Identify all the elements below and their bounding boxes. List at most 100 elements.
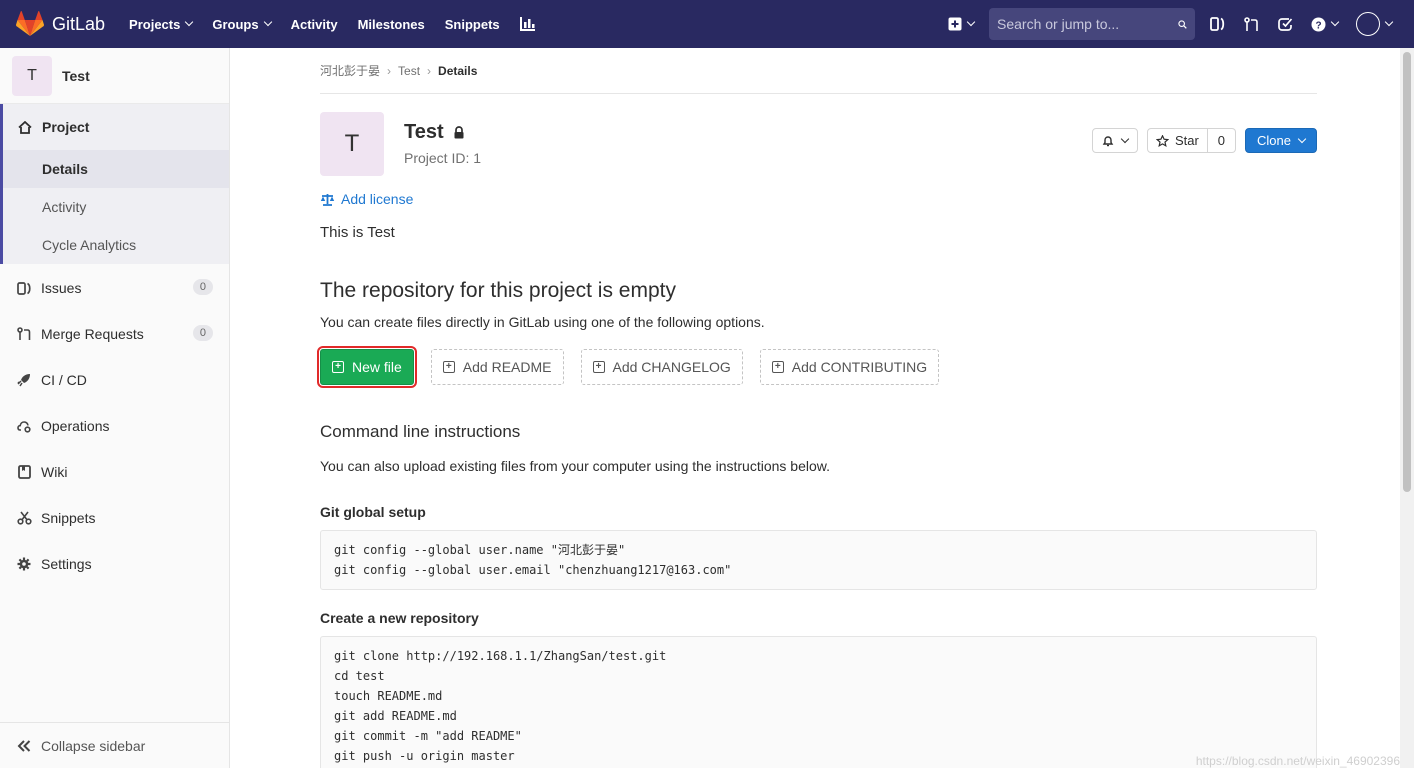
star-group: Star 0 xyxy=(1146,128,1237,153)
search-input[interactable] xyxy=(997,16,1178,32)
git-global-setup-title: Git global setup xyxy=(320,504,426,520)
nav-projects-label: Projects xyxy=(129,16,181,32)
search-box[interactable] xyxy=(989,8,1195,40)
add-contributing-button[interactable]: + Add CONTRIBUTING xyxy=(759,349,940,385)
command-line-heading: Command line instructions xyxy=(320,422,521,441)
plus-square-icon xyxy=(948,17,962,31)
rocket-icon xyxy=(16,372,32,388)
star-button[interactable]: Star xyxy=(1146,128,1208,153)
star-count[interactable]: 0 xyxy=(1207,128,1237,153)
top-navbar: GitLab Projects Groups Activity Mileston… xyxy=(0,0,1414,48)
add-changelog-button[interactable]: + Add CHANGELOG xyxy=(580,349,743,385)
empty-repo-actions: + New file + Add README + Add CHANGELOG … xyxy=(317,346,1400,388)
todos-nav-button[interactable] xyxy=(1269,0,1302,48)
help-dropdown[interactable]: ? xyxy=(1302,0,1347,48)
nav-milestones[interactable]: Milestones xyxy=(348,0,435,48)
command-line-text: You can also upload existing files from … xyxy=(320,458,830,474)
create-repo-code: git clone http://192.168.1.1/ZhangSan/te… xyxy=(320,636,1317,768)
code-line: git clone http://192.168.1.1/ZhangSan/te… xyxy=(334,649,667,663)
nav-activity-label: Activity xyxy=(290,16,338,32)
sidebar-item-label: Issues xyxy=(41,280,82,296)
add-license-link[interactable]: Add license xyxy=(320,190,1400,208)
nav-snippets[interactable]: Snippets xyxy=(435,0,510,48)
breadcrumb-current[interactable]: Details xyxy=(438,64,477,78)
sidebar-item-ci-cd[interactable]: CI / CD xyxy=(0,357,229,403)
sidebar-project-title: Test xyxy=(62,67,90,84)
bell-icon xyxy=(1102,135,1114,146)
add-license-label: Add license xyxy=(341,191,414,207)
gear-icon xyxy=(16,556,32,572)
add-contributing-label: Add CONTRIBUTING xyxy=(791,359,928,375)
help-icon: ? xyxy=(1311,17,1326,31)
new-file-button[interactable]: + New file xyxy=(317,346,417,388)
nav-groups[interactable]: Groups xyxy=(202,0,280,48)
chevron-right-icon: › xyxy=(387,63,392,78)
add-readme-button[interactable]: + Add README xyxy=(430,349,564,385)
breadcrumb-group-link[interactable]: 河北彭于晏 xyxy=(320,62,380,79)
chevron-down-icon xyxy=(1330,17,1340,27)
sidebar-item-project[interactable]: Project xyxy=(3,104,229,150)
add-readme-label: Add README xyxy=(462,359,552,375)
sidebar-subitem-label: Cycle Analytics xyxy=(42,237,137,253)
breadcrumb-project-link[interactable]: Test xyxy=(398,64,420,78)
project-actions: Star 0 Clone xyxy=(1091,128,1317,153)
nav-snippets-label: Snippets xyxy=(444,16,500,32)
scrollbar-thumb[interactable] xyxy=(1403,52,1411,492)
notification-dropdown[interactable] xyxy=(1091,128,1138,153)
merge-requests-count-badge: 0 xyxy=(192,325,213,341)
code-line: git commit -m "add README" xyxy=(334,729,522,743)
sidebar-project-header[interactable]: T Test xyxy=(0,48,229,104)
code-line: git push -u origin master xyxy=(334,749,515,763)
search-icon xyxy=(1178,19,1187,29)
sidebar-item-operations[interactable]: Operations xyxy=(0,403,229,449)
nav-activity[interactable]: Activity xyxy=(281,0,348,48)
code-line: git add README.md xyxy=(334,709,457,723)
issues-nav-button[interactable] xyxy=(1201,0,1235,48)
sidebar-item-settings[interactable]: Settings xyxy=(0,541,229,587)
merge-requests-nav-button[interactable] xyxy=(1235,0,1269,48)
chevron-down-icon xyxy=(1384,17,1394,27)
sidebar-subitem-label: Activity xyxy=(42,199,87,215)
clone-dropdown-button[interactable]: Clone xyxy=(1245,128,1317,153)
user-dropdown[interactable] xyxy=(1347,0,1414,48)
sidebar-item-snippets[interactable]: Snippets xyxy=(0,495,229,541)
user-avatar xyxy=(1356,12,1380,36)
nav-projects[interactable]: Projects xyxy=(119,0,202,48)
plus-square-icon: + xyxy=(771,361,784,373)
double-chevron-left-icon xyxy=(16,738,32,754)
new-file-label: New file xyxy=(352,359,402,375)
navbar-right: ? xyxy=(939,0,1414,48)
chevron-down-icon xyxy=(185,17,194,27)
sidebar-subitem-details[interactable]: Details xyxy=(3,150,229,188)
svg-text:?: ? xyxy=(1315,20,1321,31)
plus-square-icon: + xyxy=(592,361,605,373)
chevron-down-icon xyxy=(263,17,272,27)
collapse-sidebar-button[interactable]: Collapse sidebar xyxy=(0,722,229,768)
merge-request-icon xyxy=(1244,16,1258,31)
code-line: cd test xyxy=(334,669,385,683)
new-dropdown[interactable] xyxy=(939,0,983,48)
scale-icon xyxy=(320,193,335,206)
sidebar-item-merge-requests[interactable]: Merge Requests 0 xyxy=(0,311,229,357)
sidebar-item-label: Project xyxy=(42,119,90,135)
code-line: git config --global user.email "chenzhua… xyxy=(334,563,732,577)
code-line: touch README.md xyxy=(334,689,443,703)
code-line: git config --global user.name "河北彭于晏" xyxy=(334,543,626,557)
gitlab-home-link[interactable]: GitLab xyxy=(0,0,105,48)
project-avatar: T xyxy=(320,112,384,176)
gitlab-logo-icon xyxy=(16,11,44,36)
page-scrollbar[interactable] xyxy=(1400,48,1414,768)
create-repo-title: Create a new repository xyxy=(320,610,479,626)
sidebar-item-issues[interactable]: Issues 0 xyxy=(0,265,229,311)
sidebar-item-label: Settings xyxy=(41,556,92,572)
merge-request-icon xyxy=(16,326,32,342)
nav-analytics[interactable] xyxy=(510,0,546,48)
sidebar-item-wiki[interactable]: Wiki xyxy=(0,449,229,495)
git-global-setup-code: git config --global user.name "河北彭于晏" gi… xyxy=(320,530,1317,590)
chevron-right-icon: › xyxy=(427,63,432,78)
main-content: 河北彭于晏 › Test › Details T Test Project ID… xyxy=(230,48,1400,768)
sidebar-item-label: Merge Requests xyxy=(41,326,144,342)
sidebar-subitem-activity[interactable]: Activity xyxy=(3,188,229,226)
clone-label: Clone xyxy=(1257,133,1291,148)
sidebar-subitem-cycle-analytics[interactable]: Cycle Analytics xyxy=(3,226,229,264)
